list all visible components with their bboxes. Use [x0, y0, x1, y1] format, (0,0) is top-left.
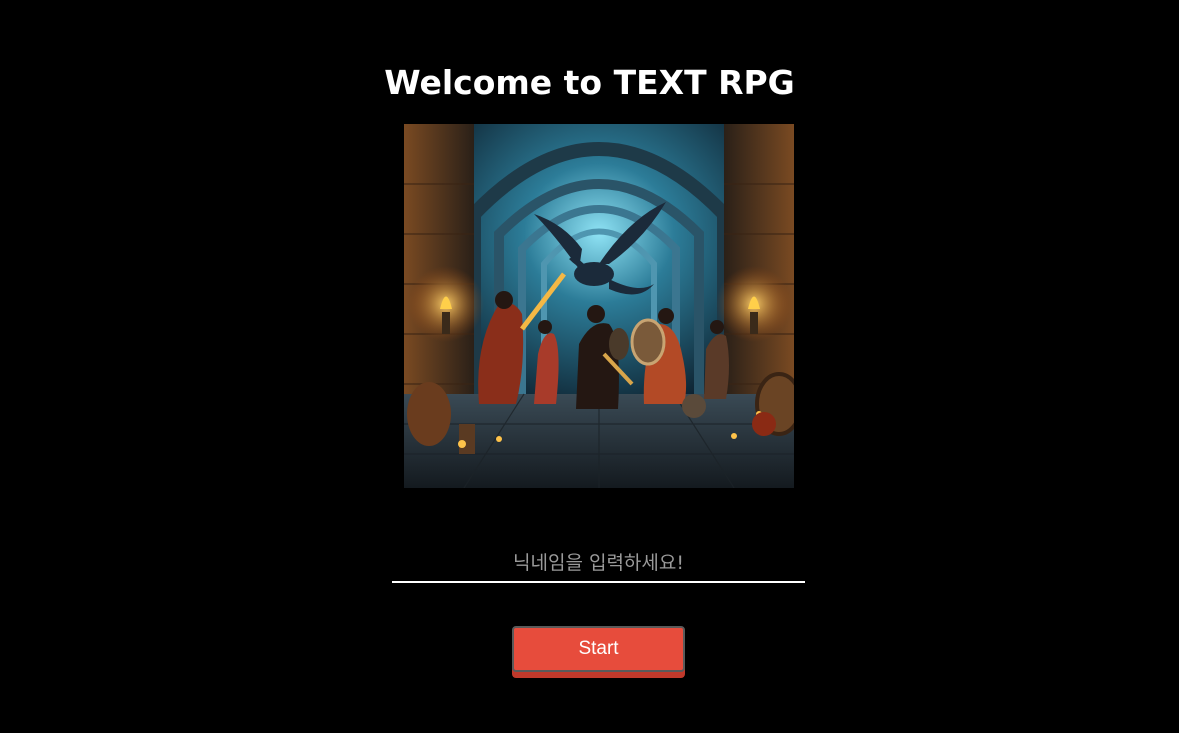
nickname-field-wrapper	[392, 548, 805, 585]
page-title: Welcome to TEXT RPG	[384, 63, 795, 102]
start-screen: Welcome to TEXT RPG 닉네임을 입력하세요! Start	[0, 0, 1179, 733]
hero-image	[404, 124, 794, 488]
nickname-input[interactable]	[392, 548, 805, 583]
start-button[interactable]: Start	[512, 626, 685, 672]
